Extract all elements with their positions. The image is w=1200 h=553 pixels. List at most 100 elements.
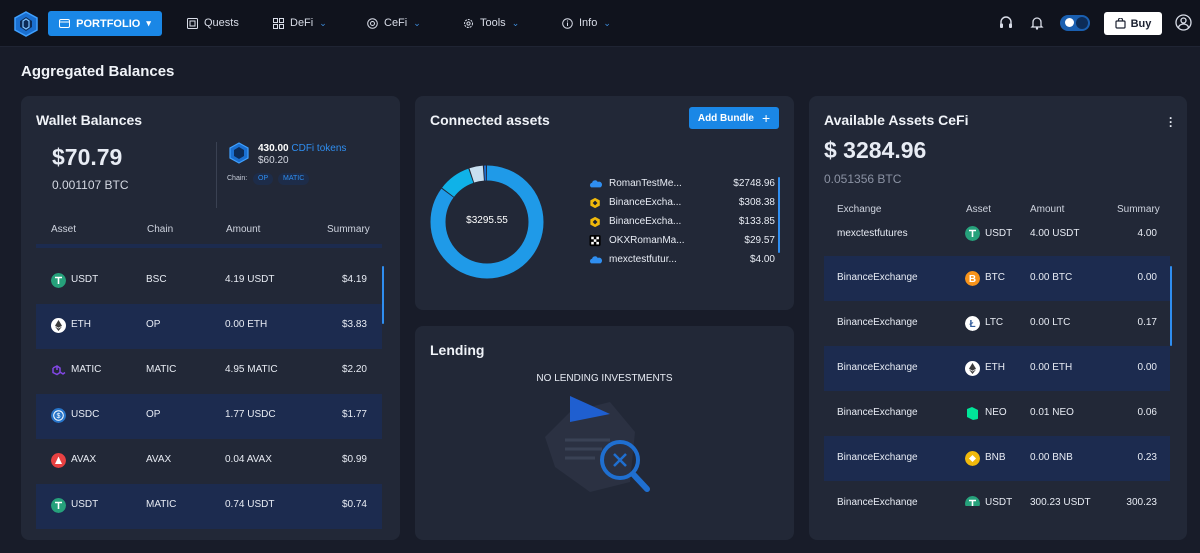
asset-summary: 0.23 xyxy=(1137,452,1157,463)
asset-chain: BSC xyxy=(146,274,167,285)
cart-icon xyxy=(1115,18,1126,29)
column-header-summary[interactable]: Summary xyxy=(327,224,370,235)
exchange-name: BinanceExchange xyxy=(837,317,918,328)
chevron-down-icon: ⌄ xyxy=(603,17,611,28)
lending-card: Lending NO LENDING INVESTMENTS xyxy=(415,326,794,540)
column-header-amount[interactable]: Amount xyxy=(226,224,260,235)
asset-summary: 300.23 xyxy=(1126,497,1157,506)
connected-asset-row[interactable]: mexctestfutur... $4.00 xyxy=(589,253,775,267)
table-row[interactable]: BinanceExchange Ł LTC 0.00 LTC 0.17 xyxy=(824,301,1170,346)
wallet-icon xyxy=(59,19,71,28)
no-lending-message: NO LENDING INVESTMENTS xyxy=(536,373,673,384)
nav-cefi[interactable]: CeFi ⌄ xyxy=(367,14,421,32)
asset-summary: $1.77 xyxy=(341,409,367,420)
asset-amount: 0.00 BNB xyxy=(1030,452,1073,463)
asset-summary: 4.00 xyxy=(1137,228,1157,239)
cefi-btc-total: 0.051356 BTC xyxy=(824,172,902,186)
usdc-icon: $ xyxy=(51,408,66,423)
chevron-down-icon: ⌄ xyxy=(319,17,327,28)
table-row[interactable]: BinanceExchange NEO 0.01 NEO 0.06 xyxy=(824,391,1170,436)
table-row[interactable]: BinanceExchange B BTC 0.00 BTC 0.00 xyxy=(824,256,1170,301)
asset-summary: $0.99 xyxy=(341,454,367,465)
connected-asset-row[interactable]: OKXRomanMa... $29.57 xyxy=(589,234,775,248)
table-row[interactable]: mexctestfutures USDT 4.00 USDT 4.00 xyxy=(824,221,1170,251)
add-bundle-button[interactable]: Add Bundle + xyxy=(689,107,779,129)
column-header-summary[interactable]: Summary xyxy=(1117,204,1160,215)
asset-amount: 0.00 LTC xyxy=(1030,317,1071,328)
column-header-amount[interactable]: Amount xyxy=(1030,204,1064,215)
add-bundle-label: Add Bundle xyxy=(697,112,754,124)
asset-symbol: ETH xyxy=(71,319,91,330)
asset-symbol: ETH xyxy=(985,362,1005,373)
available-assets-cefi-card: Available Assets CeFi ... $ 3284.96 0.05… xyxy=(809,96,1187,540)
nav-quests[interactable]: Quests xyxy=(187,14,239,32)
asset-symbol: BTC xyxy=(985,272,1005,283)
table-row[interactable]: BinanceExchange BNB 0.00 BNB 0.23 xyxy=(824,436,1170,481)
asset-symbol: MATIC xyxy=(71,364,102,375)
table-row[interactable]: USDT BSC 4.19 USDT $4.19 xyxy=(36,259,382,304)
connected-asset-row[interactable]: RomanTestMe... $2748.96 xyxy=(589,177,775,191)
table-row[interactable]: BinanceExchange USDT 300.23 USDT 300.23 xyxy=(824,481,1170,506)
table-row[interactable]: USDT MATIC 0.74 USDT $0.74 xyxy=(36,484,382,529)
tether-icon xyxy=(51,498,66,513)
asset-symbol: USDT xyxy=(71,499,99,510)
page-title: Aggregated Balances xyxy=(21,63,175,80)
asset-name: BinanceExcha... xyxy=(609,216,682,227)
asset-summary: 0.00 xyxy=(1137,362,1157,373)
table-row[interactable]: BinanceExchange ETH 0.00 ETH 0.00 xyxy=(824,346,1170,391)
chain-pill-matic[interactable]: MATIC xyxy=(278,173,310,185)
portfolio-label: PORTFOLIO xyxy=(76,17,141,30)
asset-amount: 4.00 USDT xyxy=(1030,228,1080,239)
chevron-down-icon: ⌄ xyxy=(511,17,520,28)
connected-assets-scrollbar[interactable] xyxy=(778,177,780,253)
cefi-label: CeFi xyxy=(384,17,408,29)
asset-symbol: LTC xyxy=(985,317,1004,328)
quests-label: Quests xyxy=(204,17,239,29)
column-header-chain[interactable]: Chain xyxy=(147,224,173,235)
cefi-list-scrollbar[interactable] xyxy=(1170,266,1172,346)
asset-chain: OP xyxy=(146,409,161,420)
asset-chain: MATIC xyxy=(146,364,177,375)
table-row[interactable]: AVAX AVAX 0.04 AVAX $0.99 xyxy=(36,439,382,484)
table-row[interactable]: $ USDC OP 1.77 USDC $1.77 xyxy=(36,394,382,439)
user-avatar-icon[interactable] xyxy=(1175,14,1192,31)
asset-value: $133.85 xyxy=(738,216,775,227)
cdfi-amount: 430.00 xyxy=(258,143,289,154)
exchange-name: BinanceExchange xyxy=(837,407,918,418)
chain-label: Chain: xyxy=(227,175,248,182)
buy-button[interactable]: Buy xyxy=(1104,12,1162,35)
column-header-asset[interactable]: Asset xyxy=(51,224,76,235)
connected-asset-row[interactable]: BinanceExcha... $308.38 xyxy=(589,196,775,210)
column-header-asset[interactable]: Asset xyxy=(966,204,991,215)
headset-icon[interactable] xyxy=(998,15,1014,31)
asset-value: $2748.96 xyxy=(733,178,775,189)
wallet-list-scrollbar[interactable] xyxy=(382,266,384,324)
table-row[interactable]: ETH OP 0.00 ETH $3.83 xyxy=(36,304,382,349)
asset-summary: $0.74 xyxy=(341,499,367,510)
connected-asset-row[interactable]: BinanceExcha... $133.85 xyxy=(589,215,775,229)
chevron-down-icon: ⌄ xyxy=(413,17,421,28)
nav-info[interactable]: Info ⌄ xyxy=(562,14,611,32)
bell-icon[interactable] xyxy=(1029,15,1045,31)
asset-chain: OP xyxy=(146,319,161,330)
cdfi-usd-value: $60.20 xyxy=(258,155,289,166)
cdfi-tokens-link[interactable]: CDFi tokens xyxy=(291,143,346,154)
asset-symbol: USDT xyxy=(985,228,1013,239)
chain-pill-op[interactable]: OP xyxy=(253,173,274,185)
asset-amount: 0.74 USDT xyxy=(225,499,275,510)
theme-toggle[interactable] xyxy=(1060,15,1090,31)
nav-defi[interactable]: DeFi ⌄ xyxy=(273,14,327,32)
wallet-usd-total: $70.79 xyxy=(52,144,123,170)
gear-icon xyxy=(464,18,473,28)
asset-symbol: USDT xyxy=(71,274,99,285)
plus-icon: + xyxy=(761,110,771,126)
lending-title: Lending xyxy=(430,342,485,358)
more-options-icon[interactable]: ... xyxy=(1169,109,1172,129)
app-logo-icon[interactable] xyxy=(13,11,39,37)
table-row[interactable]: MATIC MATIC 4.95 MATIC $2.20 xyxy=(36,349,382,394)
column-header-exchange[interactable]: Exchange xyxy=(837,204,881,215)
portfolio-menu-button[interactable]: PORTFOLIO ▾ xyxy=(48,11,162,36)
asset-symbol: AVAX xyxy=(71,454,97,465)
nav-tools[interactable]: Tools ⌄ xyxy=(463,14,519,32)
asset-summary: 0.00 xyxy=(1137,272,1157,283)
